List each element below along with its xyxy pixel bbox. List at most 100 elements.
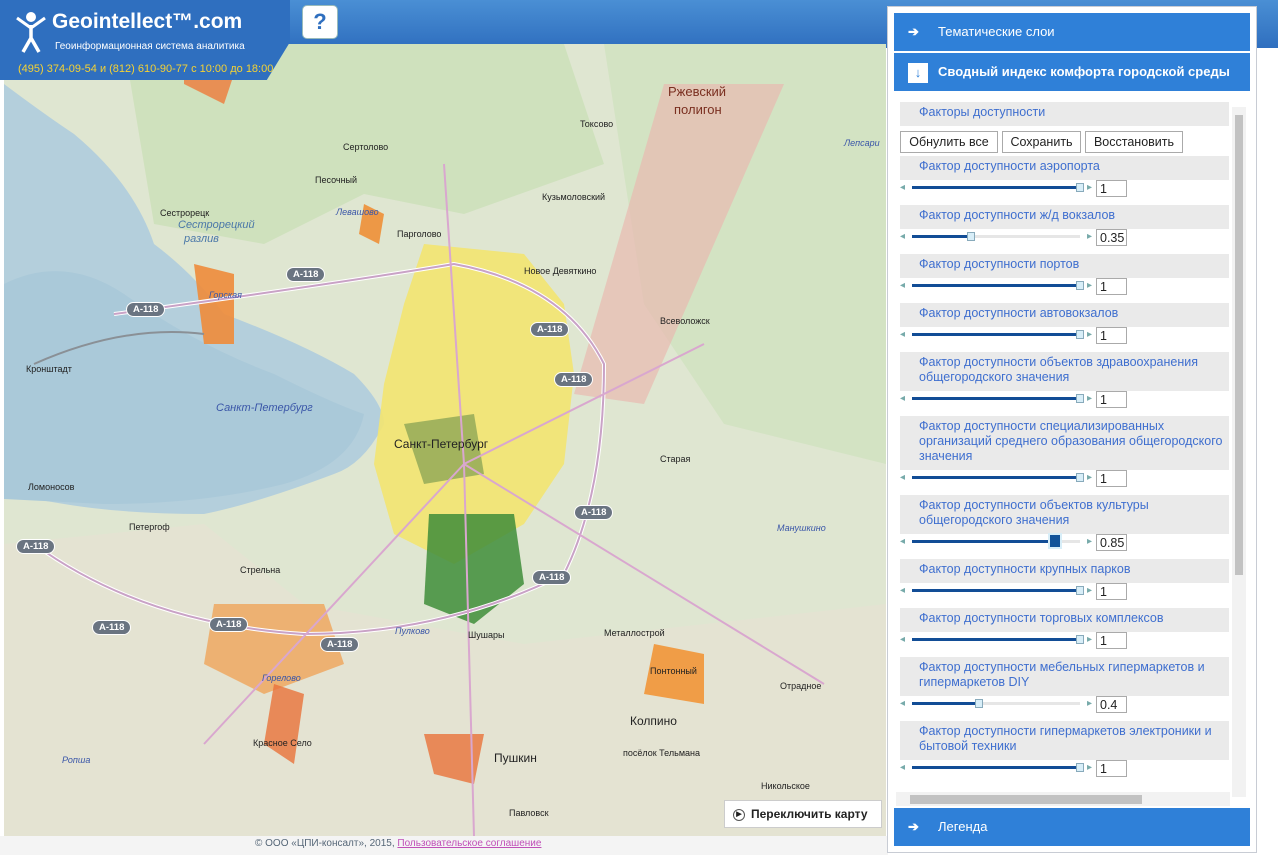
slider-fill: [912, 638, 1080, 641]
factor-value-input[interactable]: 1: [1096, 583, 1127, 600]
slider-track[interactable]: [912, 533, 1080, 549]
map-view[interactable]: Ржевский полигон Токсово Сертолово Песоч…: [4, 44, 886, 836]
save-button[interactable]: Сохранить: [1002, 131, 1081, 153]
factor-slider[interactable]: ◂ ▸: [900, 329, 1092, 343]
legend-header[interactable]: ➔ Легенда: [894, 808, 1250, 846]
map-label-otradnoe: Отрадное: [780, 681, 822, 691]
vertical-scrollbar[interactable]: [1232, 107, 1246, 797]
map-label-gorskaya: Горская: [209, 290, 242, 300]
index-section-header[interactable]: ↓ Сводный индекс комфорта городской среды: [894, 53, 1250, 91]
factor-value-input[interactable]: 1: [1096, 391, 1127, 408]
slider-left-arrow-icon[interactable]: ◂: [900, 762, 905, 774]
factor-value-input[interactable]: 0.35: [1096, 229, 1127, 246]
reset-all-button[interactable]: Обнулить все: [900, 131, 998, 153]
map-label-toksovo: Токсово: [580, 119, 614, 129]
map-label-spb-water: Санкт-Петербург: [216, 402, 313, 414]
slider-fill: [912, 397, 1080, 400]
slider-track[interactable]: [912, 281, 1084, 290]
map-label-razliv-2: разлив: [184, 233, 219, 245]
slider-right-arrow-icon[interactable]: ▸: [1087, 231, 1092, 243]
horizontal-scrollbar[interactable]: [896, 792, 1230, 806]
slider-thumb[interactable]: [1076, 586, 1084, 595]
slider-right-arrow-icon[interactable]: ▸: [1087, 698, 1092, 710]
factor-value-input[interactable]: 1: [1096, 470, 1127, 487]
slider-track[interactable]: [912, 394, 1084, 403]
factor-slider[interactable]: ◂ ▸: [900, 634, 1092, 648]
slider-thumb[interactable]: [966, 232, 975, 241]
factor-value-input[interactable]: 0.4: [1096, 696, 1127, 713]
switch-map-button[interactable]: ▶ Переключить карту: [724, 800, 882, 828]
factor-slider[interactable]: ◂ ▸: [900, 533, 1092, 550]
slider-track[interactable]: [912, 183, 1084, 192]
slider-track[interactable]: [912, 232, 1080, 241]
slider-left-arrow-icon[interactable]: ◂: [900, 536, 905, 548]
factor-value-input[interactable]: 1: [1096, 180, 1127, 197]
slider-fill: [912, 284, 1080, 287]
slider-track[interactable]: [912, 586, 1084, 595]
map-label-strelna: Стрельна: [240, 565, 281, 575]
slider-thumb[interactable]: [1076, 635, 1084, 644]
factor-slider[interactable]: ◂ ▸: [900, 585, 1092, 599]
factor-value-input[interactable]: 1: [1096, 760, 1127, 777]
slider-right-arrow-icon[interactable]: ▸: [1087, 585, 1092, 597]
slider-thumb[interactable]: [1076, 394, 1084, 403]
slider-right-arrow-icon[interactable]: ▸: [1087, 536, 1092, 548]
factor-value-input[interactable]: 1: [1096, 632, 1127, 649]
slider-track[interactable]: [912, 763, 1084, 772]
slider-left-arrow-icon[interactable]: ◂: [900, 393, 905, 405]
slider-fill: [912, 589, 1080, 592]
slider-left-arrow-icon[interactable]: ◂: [900, 182, 905, 194]
arrow-right-icon: ➔: [908, 819, 919, 834]
slider-left-arrow-icon[interactable]: ◂: [900, 634, 905, 646]
road-shield: A-118: [16, 539, 56, 554]
slider-thumb[interactable]: [1076, 763, 1084, 772]
slider-thumb[interactable]: [975, 699, 984, 708]
slider-thumb[interactable]: [1076, 281, 1084, 290]
slider-right-arrow-icon[interactable]: ▸: [1087, 182, 1092, 194]
slider-thumb[interactable]: [1047, 533, 1062, 549]
factor-slider[interactable]: ◂ ▸: [900, 393, 1092, 407]
factor-slider[interactable]: ◂ ▸: [900, 182, 1092, 196]
factor-value-input[interactable]: 1: [1096, 327, 1127, 344]
slider-track[interactable]: [912, 473, 1084, 482]
map-label-pontonny: Понтонный: [650, 666, 697, 676]
slider-right-arrow-icon[interactable]: ▸: [1087, 634, 1092, 646]
slider-thumb[interactable]: [1076, 183, 1084, 192]
slider-right-arrow-icon[interactable]: ▸: [1087, 472, 1092, 484]
layers-panel: ➔ Тематические слои ↓ Сводный индекс комфо…: [887, 6, 1257, 853]
slider-track[interactable]: [912, 635, 1084, 644]
factor-slider[interactable]: ◂ ▸: [900, 280, 1092, 294]
slider-left-arrow-icon[interactable]: ◂: [900, 231, 905, 243]
help-button[interactable]: ?: [302, 5, 338, 39]
factor-slider[interactable]: ◂ ▸: [900, 231, 1092, 245]
slider-right-arrow-icon[interactable]: ▸: [1087, 280, 1092, 292]
restore-button[interactable]: Восстановить: [1085, 131, 1183, 153]
slider-right-arrow-icon[interactable]: ▸: [1087, 393, 1092, 405]
slider-left-arrow-icon[interactable]: ◂: [900, 329, 905, 341]
thematic-layers-header[interactable]: ➔ Тематические слои: [894, 13, 1250, 51]
slider-left-arrow-icon[interactable]: ◂: [900, 280, 905, 292]
slider-left-arrow-icon[interactable]: ◂: [900, 585, 905, 597]
factor-value-input[interactable]: 0.85: [1096, 534, 1127, 551]
slider-thumb[interactable]: [1076, 330, 1084, 339]
logo[interactable]: Geointellect™.com Геоинформационная сист…: [0, 0, 290, 80]
user-agreement-link[interactable]: Пользовательское соглашение: [397, 838, 541, 849]
slider-right-arrow-icon[interactable]: ▸: [1087, 762, 1092, 774]
factor-value-input[interactable]: 1: [1096, 278, 1127, 295]
logo-subtitle: Геоинформационная система аналитика: [55, 41, 245, 52]
slider-track[interactable]: [912, 699, 1080, 708]
map-label-manushkino: Манушкино: [777, 523, 826, 533]
slider-right-arrow-icon[interactable]: ▸: [1087, 329, 1092, 341]
factor-slider[interactable]: ◂ ▸: [900, 698, 1092, 712]
map-label-pulkovo: Пулково: [395, 626, 430, 636]
factor-slider[interactable]: ◂ ▸: [900, 472, 1092, 486]
factor-slider[interactable]: ◂ ▸: [900, 762, 1092, 776]
slider-left-arrow-icon[interactable]: ◂: [900, 472, 905, 484]
road-shield: A-118: [574, 505, 614, 520]
map-label-sestroretsk: Сестрорецк: [160, 208, 210, 218]
slider-track[interactable]: [912, 330, 1084, 339]
slider-left-arrow-icon[interactable]: ◂: [900, 698, 905, 710]
copyright-text: © ООО «ЦПИ-консалт», 2015,: [255, 838, 395, 849]
slider-fill: [912, 766, 1080, 769]
slider-thumb[interactable]: [1076, 473, 1084, 482]
